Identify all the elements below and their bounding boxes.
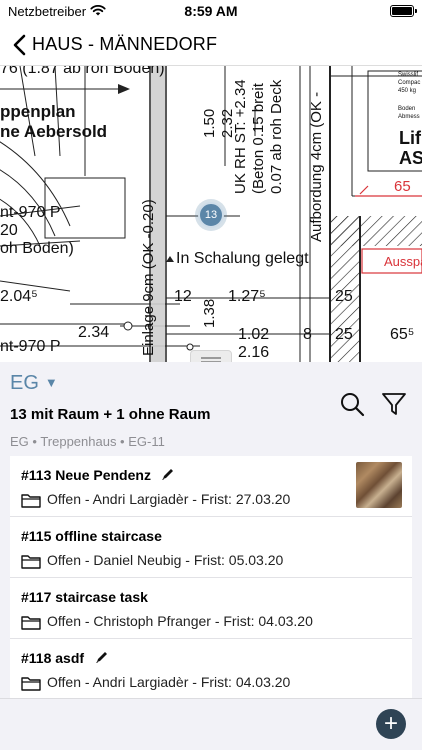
task-meta: Offen - Daniel Neubig - Frist: 05.03.20 [47,552,284,568]
plan-label: ppenplan [0,102,76,121]
plan-label: 20 [0,222,18,239]
plan-label: 2.04⁵ [0,288,38,305]
folder-icon [21,555,41,569]
plan-label: Aufbordung 4cm (OK - [308,91,325,242]
task-title: #117 staircase task [21,589,148,605]
plan-label: 8 [303,326,312,343]
plan-label: Boden [398,106,416,112]
plan-label: Lif [399,128,421,148]
pencil-icon[interactable] [94,649,110,665]
folder-icon [21,494,41,508]
task-row[interactable]: #113 Neue Pendenz Offen - Andri Largiadèr… [10,456,412,517]
pencil-icon[interactable] [160,466,176,482]
search-icon[interactable] [338,390,366,418]
floor-selector[interactable]: EG ▼ [10,372,58,395]
caret-down-icon: ▼ [44,375,58,390]
filter-icon[interactable] [380,390,408,418]
plan-label: ne Aebersold [0,122,108,141]
plan-label: Einlage 9cm (OK -0.20) [140,199,157,356]
task-title: #115 offline staircase [21,528,162,544]
status-bar: Netzbetreiber 8:59 AM [0,0,422,24]
plan-label: In Schalung gelegt [176,250,309,267]
chevron-left-icon[interactable] [10,32,32,58]
task-meta: Offen - Andri Largiadèr - Frist: 04.03.2… [47,674,291,690]
status-time: 8:59 AM [184,3,238,19]
plan-label: Abmess [398,114,420,120]
plan-label: oh Boden) [0,240,74,257]
task-panel: EG ▼ 13 mit Raum + 1 ohne Raum EG • Trepp… [0,362,422,750]
plan-label: nt-970 P [0,338,61,355]
plan-label: (Beton 0.15 breit [250,83,267,194]
task-title: #118 asdf [21,650,85,666]
plan-label: 25 [335,288,353,305]
battery-icon [390,5,417,17]
task-title: #113 Neue Pendenz [21,467,151,483]
plan-label: Ausspa [384,254,422,269]
task-photo-thumbnail[interactable] [356,462,402,508]
bottom-toolbar [0,698,422,750]
plan-label: 0.07 ab roh Deck [268,79,285,194]
plan-label: 1.50 [201,108,218,138]
plan-label: 65 [394,178,411,195]
plan-label: 65⁵ [390,326,415,343]
plan-label: 1.02 [238,326,270,343]
plan-label: 76 (1.87 ab roh Boden) [0,66,165,77]
plan-label: Compac [398,80,421,86]
plan-label: UK RH ST: +2.34 [232,79,249,194]
plan-label: 1.27⁵ [228,288,266,305]
folder-icon [21,616,41,630]
plan-label: 25 [335,326,353,343]
task-count: 13 mit Raum + 1 ohne Raum [10,406,211,423]
task-row[interactable]: #118 asdf Offen - Andri Largiadèr - Frist… [10,639,412,700]
task-pin-marker[interactable]: 13 [198,202,224,228]
plan-label: 12 [174,288,192,305]
task-row[interactable]: #115 offline staircase Offen - Daniel Neu… [10,517,412,578]
plan-label: nt-970 P [0,204,61,221]
page-title: HAUS - MÄNNEDORF [32,34,218,54]
floor-plan[interactable]: 76 (1.87 ab roh Boden) ppenplan ne Aeber… [0,66,422,362]
navigation-bar: HAUS - MÄNNEDORF [0,24,422,66]
plan-label: AS [399,148,422,168]
plan-label: Swisslif [398,72,419,78]
plan-label: 450 kg [398,88,417,94]
plan-label: 2.34 [78,324,110,341]
breadcrumb: EG • Treppenhaus • EG-11 [10,434,165,449]
folder-icon [21,677,41,691]
plan-label: 1.38 [201,298,218,328]
task-row[interactable]: #117 staircase task Offen - Christoph Pfr… [10,578,412,639]
task-meta: Offen - Christoph Pfranger - Frist: 04.0… [47,613,313,629]
add-task-button[interactable]: + [376,709,406,739]
plan-label: 2.16 [238,344,270,361]
task-list: #113 Neue Pendenz Offen - Andri Largiadèr… [10,456,412,700]
task-meta: Offen - Andri Largiadèr - Frist: 27.03.2… [47,491,291,507]
floor-label: EG [10,372,39,394]
